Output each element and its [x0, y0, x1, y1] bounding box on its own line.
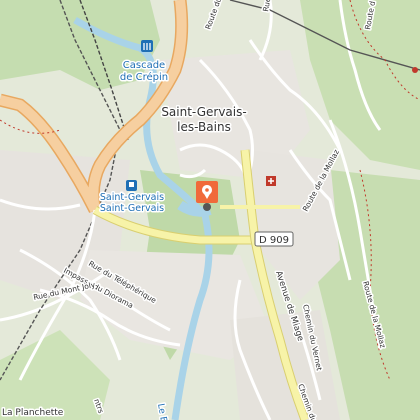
road-number-badge: D 909	[254, 231, 294, 247]
poi-dot-icon[interactable]	[412, 67, 418, 73]
map-view[interactable]: D 909 Saint-Gervais- les-Bains Cascade d…	[0, 0, 420, 420]
station-name-line1: Saint-Gervais	[100, 192, 164, 203]
place-name-planchette: La Planchette	[2, 408, 64, 418]
waterfall-name-line1: Cascade	[123, 60, 165, 71]
hospital-icon[interactable]	[266, 176, 276, 186]
station-name-line2: Saint-Gervais	[100, 203, 164, 214]
town-name-line2: les-Bains	[177, 120, 231, 134]
road-number-label: D 909	[259, 235, 289, 246]
train-station-icon[interactable]	[126, 180, 137, 191]
town-name-line1: Saint-Gervais-	[161, 105, 246, 119]
waterfall-name-line2: de Crépin	[120, 71, 168, 83]
map-canvas[interactable]: D 909 Saint-Gervais- les-Bains Cascade d…	[0, 0, 420, 420]
waterfall-icon[interactable]	[141, 40, 153, 52]
